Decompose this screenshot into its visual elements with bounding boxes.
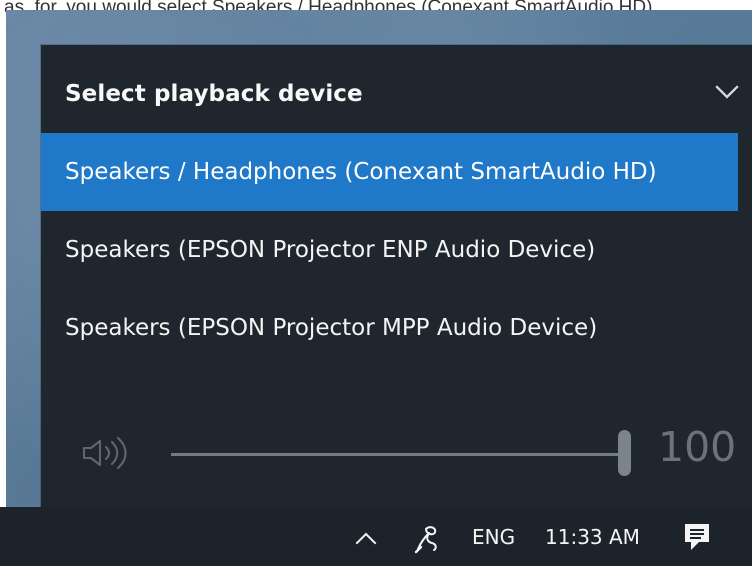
playback-device-item-epson-enp[interactable]: Speakers (EPSON Projector ENP Audio Devi…	[41, 211, 738, 289]
device-label: Speakers (EPSON Projector ENP Audio Devi…	[65, 237, 596, 263]
playback-device-list: Speakers / Headphones (Conexant SmartAud…	[41, 133, 752, 367]
audio-device-flyout: Select playback device Speakers / Headph…	[41, 45, 752, 507]
speaker-icon[interactable]	[77, 433, 135, 473]
volume-control-row: 100	[41, 410, 752, 500]
device-label: Speakers (EPSON Projector MPP Audio Devi…	[65, 315, 598, 341]
playback-device-title: Select playback device	[65, 81, 363, 107]
chevron-up-icon[interactable]	[354, 529, 378, 547]
volume-slider-track[interactable]	[171, 453, 624, 456]
volume-value: 100	[658, 423, 737, 471]
volume-slider-thumb[interactable]	[618, 430, 631, 476]
playback-device-header[interactable]: Select playback device	[41, 45, 752, 133]
device-label: Speakers / Headphones (Conexant SmartAud…	[65, 159, 657, 185]
taskbar-clock[interactable]: 11:33 AM	[545, 525, 640, 549]
language-indicator[interactable]: ENG	[472, 525, 515, 549]
network-icon[interactable]	[408, 522, 442, 556]
playback-device-item-epson-mpp[interactable]: Speakers (EPSON Projector MPP Audio Devi…	[41, 289, 738, 367]
playback-device-item-conexant[interactable]: Speakers / Headphones (Conexant SmartAud…	[41, 133, 738, 211]
notification-icon[interactable]	[682, 520, 712, 554]
screen: as, for, you would select Speakers / Hea…	[0, 0, 752, 566]
chevron-down-icon[interactable]	[714, 81, 740, 101]
taskbar: ENG 11:33 AM	[0, 507, 752, 566]
